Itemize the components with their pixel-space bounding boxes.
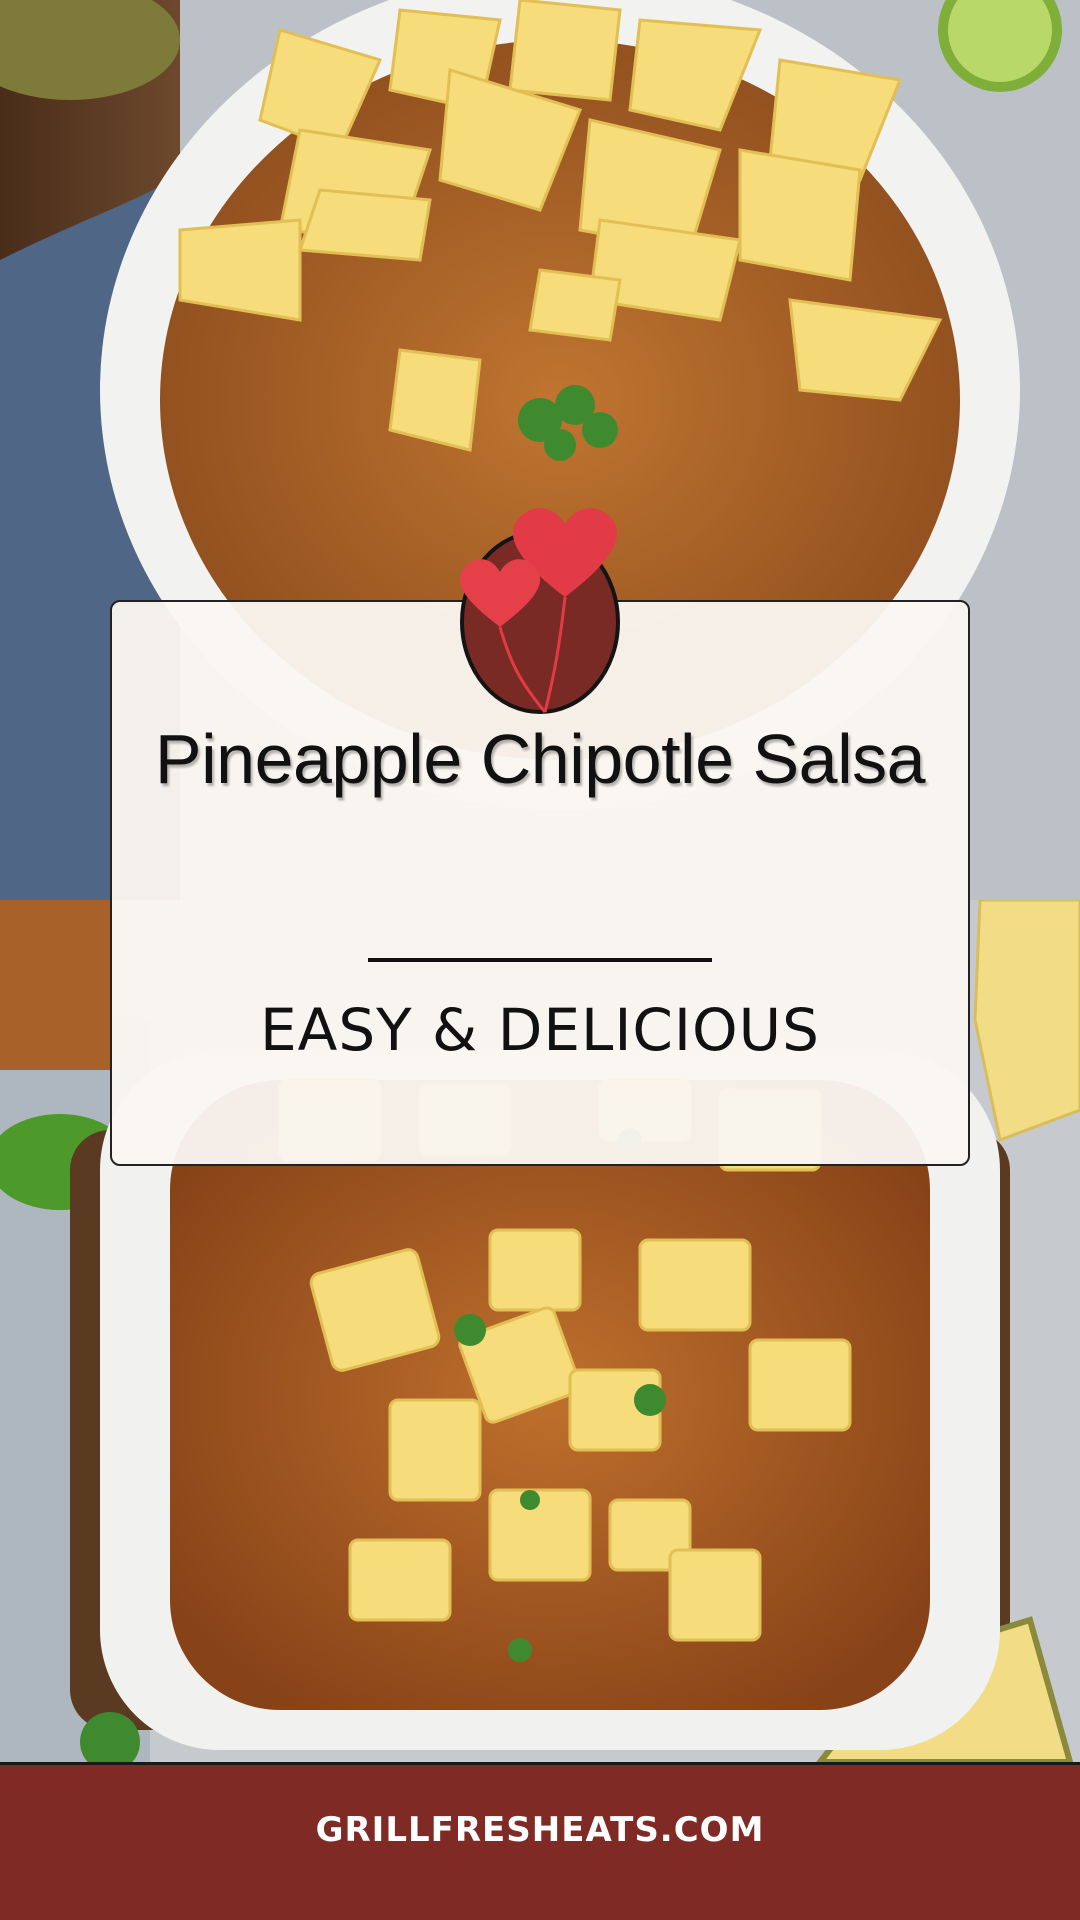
website-link[interactable]: GRILLFRESHEATS.COM bbox=[0, 1810, 1080, 1850]
divider-line bbox=[368, 958, 712, 962]
recipe-title: Pineapple Chipotle Salsa bbox=[154, 720, 926, 798]
recipe-subtitle: EASY & DELICIOUS bbox=[260, 996, 820, 1064]
heart-balloons-icon bbox=[459, 508, 620, 714]
